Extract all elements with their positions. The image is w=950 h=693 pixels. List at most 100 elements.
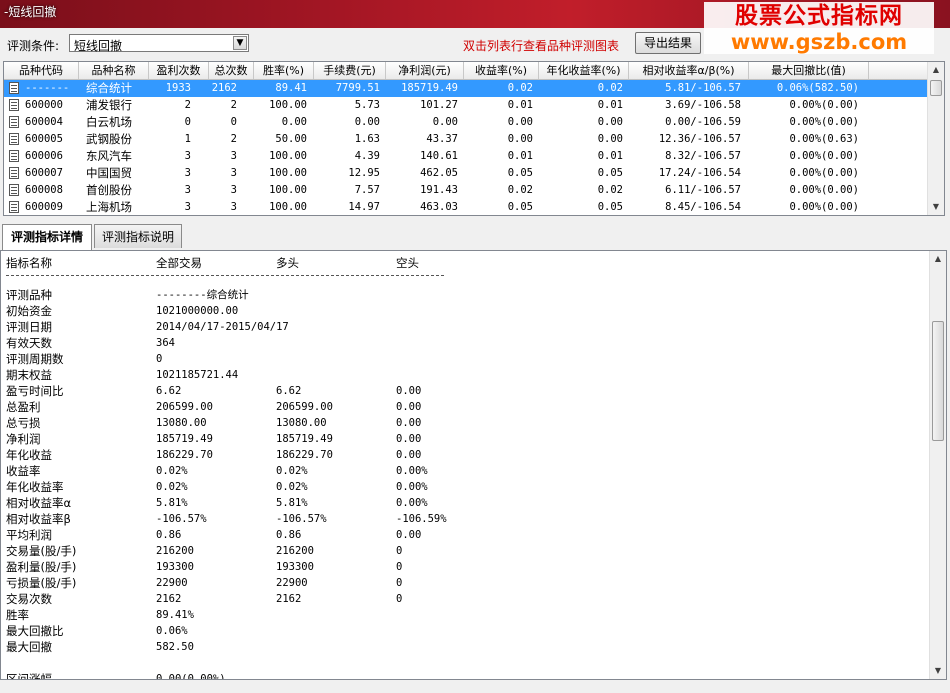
metric-name: 评测品种 [6,288,52,302]
scroll-up-icon[interactable]: ▲ [928,62,944,78]
export-button[interactable]: 导出结果 [635,32,701,54]
tab-explain[interactable]: 评测指标说明 [94,224,182,248]
win-count-cell: 1 [184,133,191,145]
metric-long: -106.57% [276,513,327,525]
max-drawdown-cell: 0.06%(582.50) [776,82,859,94]
document-icon [9,82,19,94]
header-return[interactable]: 收益率(%) [464,62,539,79]
fee-cell: 7799.51 [335,82,380,94]
detail-header-all: 全部交易 [156,256,202,270]
header-total-count[interactable]: 总次数 [209,62,254,79]
max-drawdown-cell: 0.00%(0.00) [789,116,859,128]
metric-short: 0.00 [396,529,422,541]
detail-separator [6,275,444,276]
net-profit-cell: 0.00 [432,116,458,128]
header-name[interactable]: 品种名称 [79,62,149,79]
table-header: 品种代码 品种名称 盈利次数 总次数 胜率(%) 手续费(元) 净利润(元) 收益率(%) 年化… [4,62,944,80]
metric-all: 186229.70 [156,449,213,461]
scroll-thumb[interactable] [930,80,942,96]
header-win-rate[interactable]: 胜率(%) [254,62,314,79]
total-count-cell: 3 [230,167,237,179]
condition-label: 评测条件: [7,39,60,53]
table-row[interactable]: 600004 白云机场 0 0 0.00 0.00 0.00 0.00 0.00 0.00/-10… [4,114,927,131]
header-max-drawdown[interactable]: 最大回撤比(值) [749,62,869,79]
table-row[interactable]: 600000 浦发银行 2 2 100.00 5.73 101.27 0.01 0.01 3.69… [4,97,927,114]
metric-all: 1021185721.44 [156,369,239,381]
metric-name: 收益率 [6,464,41,478]
condition-select[interactable]: 短线回撤 ▼ [69,34,249,53]
win-rate-cell: 89.41 [275,82,307,94]
code-cell: 600005 [25,133,63,145]
metric-name: 胜率 [6,608,29,622]
table-row[interactable]: 600009 上海机场 3 3 100.00 14.97 463.03 0.05 0.05 8.4… [4,199,927,215]
table-row[interactable]: 600007 中国国贸 3 3 100.00 12.95 462.05 0.05 0.05 17.… [4,165,927,182]
table-row[interactable]: 600006 东风汽车 3 3 100.00 4.39 140.61 0.01 0.01 8.32… [4,148,927,165]
metric-name: 总亏损 [6,416,41,430]
metric-all: 0.06% [156,625,188,637]
max-drawdown-cell: 0.00%(0.00) [789,167,859,179]
scroll-down-icon[interactable]: ▼ [928,199,944,215]
max-drawdown-cell: 0.00%(0.00) [789,99,859,111]
return-cell: 0.02 [507,184,533,196]
metric-long: 13080.00 [276,417,327,429]
annual-return-cell: 0.01 [597,150,623,162]
metric-name: 年化收益 [6,448,52,462]
total-count-cell: 2162 [211,82,237,94]
table-row[interactable]: 600005 武钢股份 1 2 50.00 1.63 43.37 0.00 0.00 12.36/… [4,131,927,148]
results-table[interactable]: 品种代码 品种名称 盈利次数 总次数 胜率(%) 手续费(元) 净利润(元) 收益率(%) 年化… [3,61,945,216]
scroll-down-icon[interactable]: ▼ [930,663,946,679]
metric-all: 0.02% [156,481,188,493]
header-fee[interactable]: 手续费(元) [314,62,386,79]
code-cell: 600000 [25,99,63,111]
metric-all: 185719.49 [156,433,213,445]
header-annual-return[interactable]: 年化收益率(%) [539,62,629,79]
net-profit-cell: 463.03 [420,201,458,213]
total-count-cell: 2 [230,99,237,111]
win-count-cell: 3 [184,150,191,162]
chevron-down-icon[interactable]: ▼ [233,36,247,50]
win-rate-cell: 100.00 [269,150,307,162]
header-code[interactable]: 品种代码 [4,62,79,79]
detail-header-short: 空头 [396,256,419,270]
name-cell: 综合统计 [86,81,132,95]
fee-cell: 14.97 [348,201,380,213]
scroll-thumb[interactable] [932,321,944,441]
header-net-profit[interactable]: 净利润(元) [386,62,464,79]
metric-all: 0.02% [156,465,188,477]
win-count-cell: 2 [184,99,191,111]
table-scrollbar[interactable]: ▲ ▼ [927,62,944,215]
metric-all: 5.81% [156,497,188,509]
max-drawdown-cell: 0.00%(0.00) [789,184,859,196]
metric-name: 相对收益率α [6,496,72,510]
metric-all: 89.41% [156,609,194,621]
metric-all: --------综合统计 [156,289,249,301]
win-count-cell: 3 [184,201,191,213]
total-count-cell: 3 [230,201,237,213]
metric-all: 0 [156,353,163,365]
header-win-count[interactable]: 盈利次数 [149,62,209,79]
table-row[interactable]: ------- 综合统计 1933 2162 89.41 7799.51 185719.49… [4,80,927,97]
metric-all: 582.50 [156,641,194,653]
relative-return-cell: 8.45/-106.54 [665,201,741,213]
metric-short: -106.59% [396,513,447,525]
header-relative-return[interactable]: 相对收益率α/β(%) [629,62,749,79]
code-cell: 600007 [25,167,63,179]
tab-detail[interactable]: 评测指标详情 [2,224,92,250]
return-cell: 0.01 [507,99,533,111]
window-title: -短线回撤 [4,5,57,19]
win-count-cell: 1933 [165,82,191,94]
win-count-cell: 3 [184,167,191,179]
win-rate-cell: 100.00 [269,184,307,196]
total-count-cell: 2 [230,133,237,145]
metric-short: 0 [396,577,403,589]
annual-return-cell: 0.00 [597,116,623,128]
fee-cell: 5.73 [354,99,380,111]
detail-scrollbar[interactable]: ▲ ▼ [929,251,946,679]
code-cell: 600009 [25,201,63,213]
scroll-up-icon[interactable]: ▲ [930,251,946,267]
metric-short: 0.00% [396,481,428,493]
document-icon [9,184,19,196]
metric-all: 13080.00 [156,417,207,429]
table-row[interactable]: 600008 首创股份 3 3 100.00 7.57 191.43 0.02 0.02 6.11… [4,182,927,199]
total-count-cell: 0 [230,116,237,128]
